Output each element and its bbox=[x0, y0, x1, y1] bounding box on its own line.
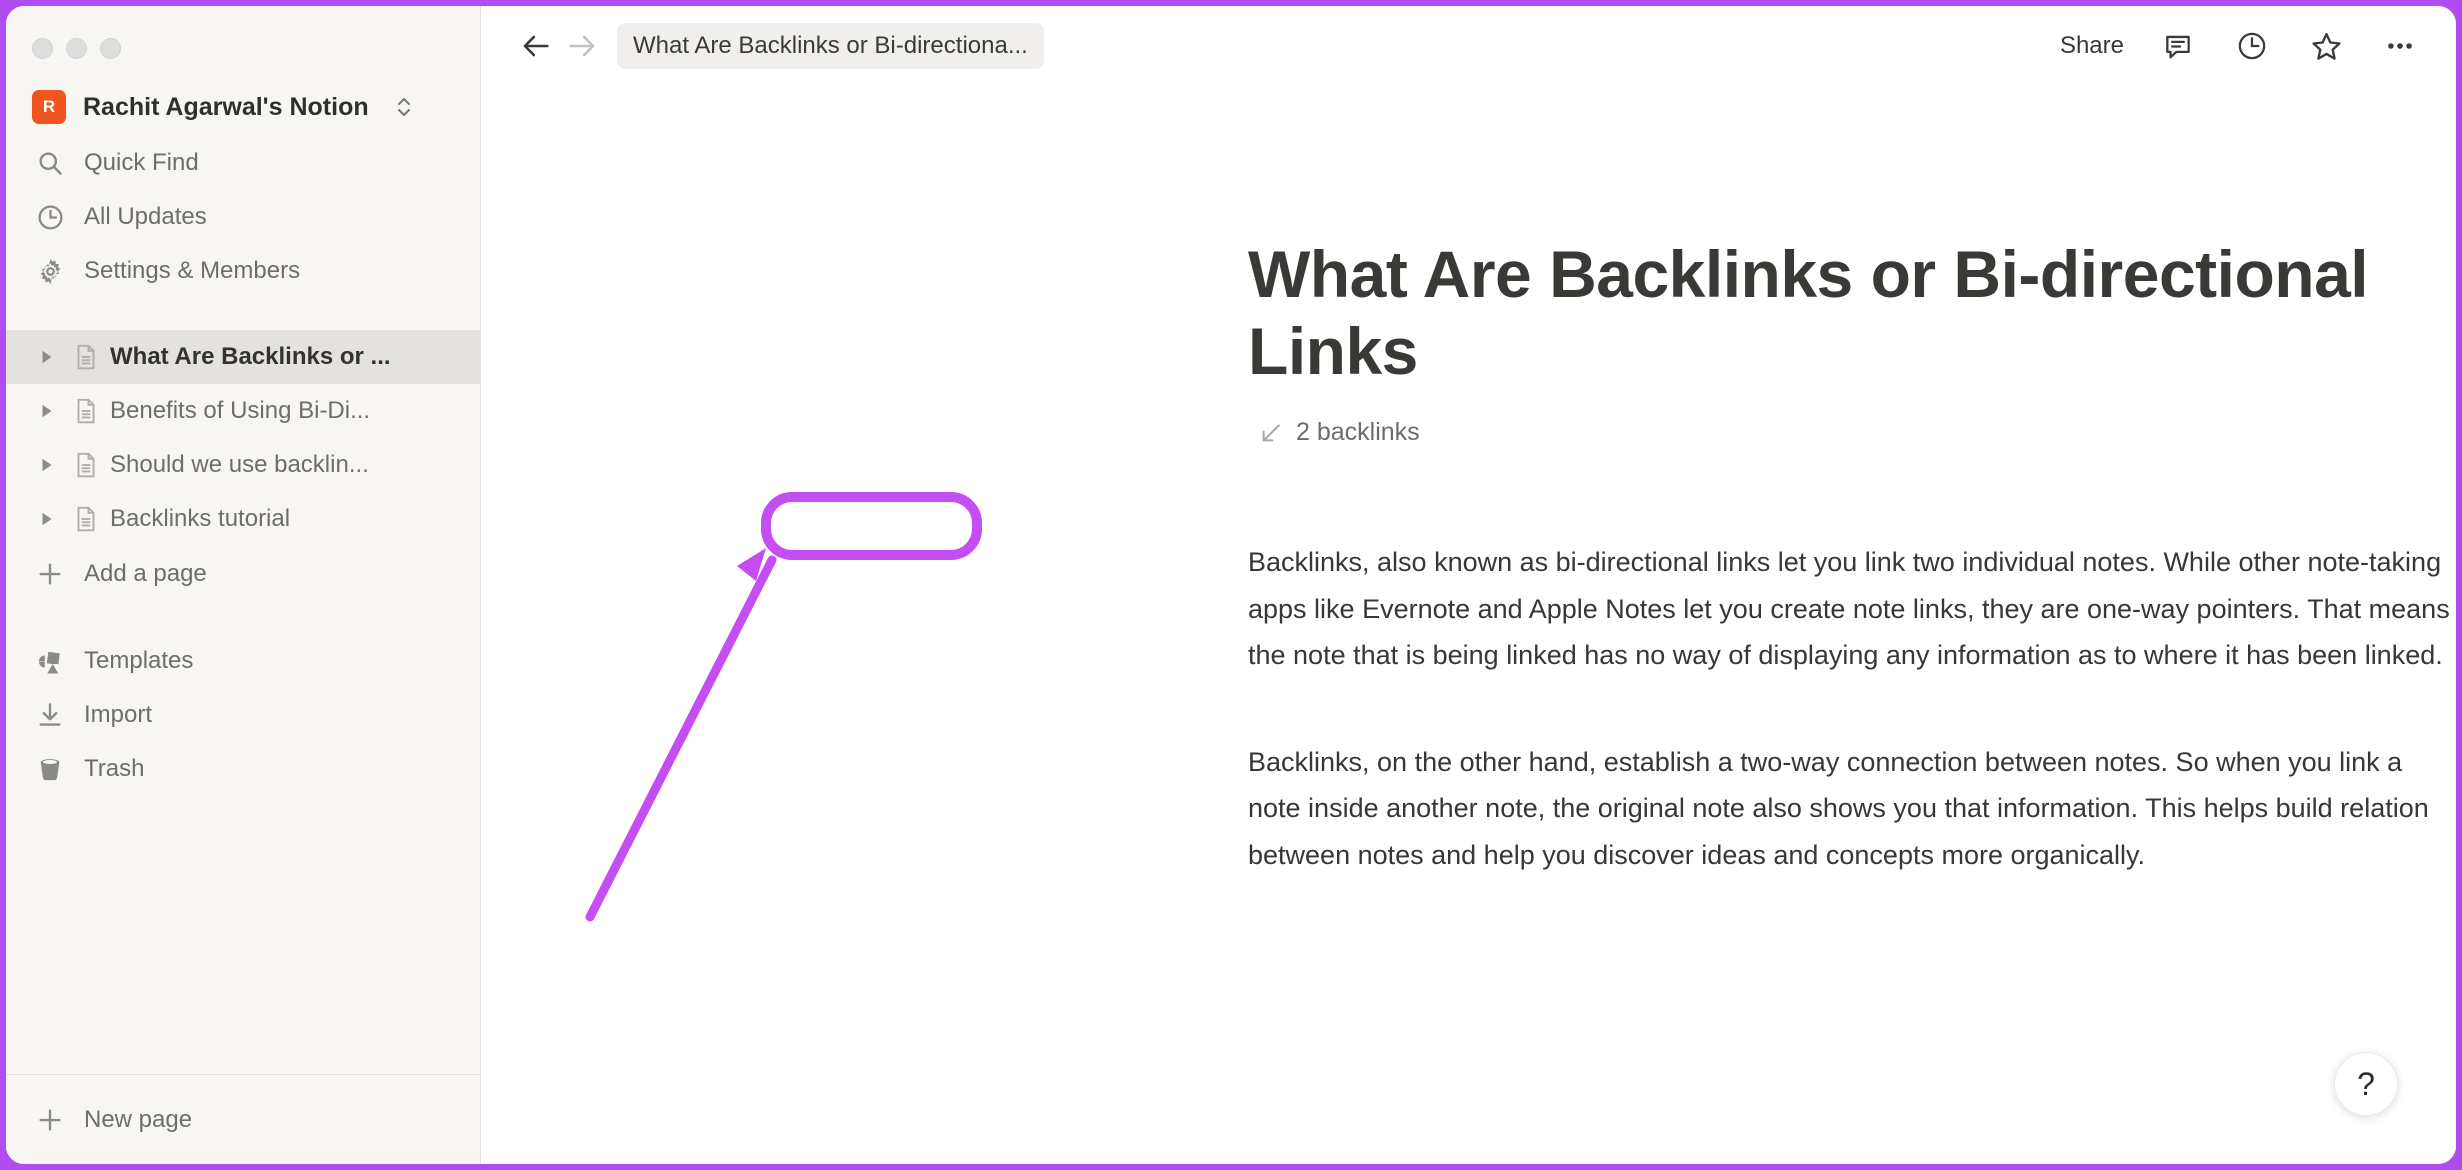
arrow-right-icon[interactable] bbox=[559, 23, 605, 69]
sidebar-item-settings-members[interactable]: Settings & Members bbox=[6, 244, 480, 298]
backlinks-badge[interactable]: 2 backlinks bbox=[1248, 412, 1434, 453]
sidebar-page-should-we-use-backlinks[interactable]: Should we use backlin... bbox=[6, 438, 480, 492]
new-page-button[interactable]: New page bbox=[6, 1074, 480, 1164]
minimize-button[interactable] bbox=[66, 38, 87, 59]
sidebar-item-label: Templates bbox=[84, 647, 194, 674]
backlinks-count-label: 2 backlinks bbox=[1296, 418, 1420, 447]
window-traffic-lights bbox=[6, 6, 480, 78]
sidebar-item-label: Import bbox=[84, 701, 153, 728]
sidebar-item-label: Quick Find bbox=[84, 149, 199, 176]
sidebar-page-label: Benefits of Using Bi-Di... bbox=[110, 397, 371, 424]
help-button[interactable]: ? bbox=[2334, 1052, 2398, 1116]
breadcrumb[interactable]: What Are Backlinks or Bi-directiona... bbox=[617, 23, 1044, 69]
add-a-page-label: Add a page bbox=[84, 560, 207, 587]
sidebar-page-label: Should we use backlin... bbox=[110, 451, 369, 478]
workspace-name: Rachit Agarwal's Notion bbox=[83, 92, 369, 121]
arrow-down-left-icon bbox=[1258, 420, 1284, 446]
triangle-right-icon[interactable] bbox=[38, 348, 66, 366]
workspace-avatar: R bbox=[32, 90, 66, 124]
more-dots-icon[interactable] bbox=[2380, 26, 2420, 66]
workspace-switcher[interactable]: R Rachit Agarwal's Notion bbox=[6, 78, 480, 136]
new-page-label: New page bbox=[84, 1105, 193, 1133]
sidebar-item-import[interactable]: Import bbox=[6, 688, 480, 742]
close-button[interactable] bbox=[32, 38, 53, 59]
paragraph-1: Backlinks, also known as bi-directional … bbox=[1248, 547, 2450, 671]
trash-icon bbox=[34, 753, 66, 785]
triangle-right-icon[interactable] bbox=[38, 456, 66, 474]
page-title: What Are Backlinks or Bi-directional Lin… bbox=[1248, 237, 2369, 389]
sidebar-item-all-updates[interactable]: All Updates bbox=[6, 190, 480, 244]
sidebar-item-label: Settings & Members bbox=[84, 257, 301, 284]
plus-icon bbox=[34, 558, 66, 590]
triangle-right-icon[interactable] bbox=[38, 510, 66, 528]
arrow-left-icon[interactable] bbox=[513, 23, 559, 69]
zoom-button[interactable] bbox=[100, 38, 121, 59]
paragraph-2: Backlinks, on the other hand, establish … bbox=[1248, 746, 2429, 870]
topbar-actions: Share bbox=[2060, 26, 2420, 66]
sidebar-item-trash[interactable]: Trash bbox=[6, 742, 480, 796]
sidebar-item-label: All Updates bbox=[84, 203, 207, 230]
sidebar: R Rachit Agarwal's Notion Quick Find All… bbox=[6, 6, 481, 1164]
add-a-page-button[interactable]: Add a page bbox=[6, 546, 480, 602]
page-icon bbox=[66, 504, 106, 534]
chevron-up-down-icon bbox=[394, 94, 414, 120]
sidebar-page-benefits-of-using[interactable]: Benefits of Using Bi-Di... bbox=[6, 384, 480, 438]
page-icon bbox=[66, 450, 106, 480]
history-clock-icon[interactable] bbox=[2232, 26, 2272, 66]
star-icon[interactable] bbox=[2306, 26, 2346, 66]
import-icon bbox=[34, 699, 66, 731]
sidebar-item-label: Trash bbox=[84, 755, 145, 782]
notion-app-window: R Rachit Agarwal's Notion Quick Find All… bbox=[6, 6, 2456, 1164]
annotation-frame: R Rachit Agarwal's Notion Quick Find All… bbox=[0, 0, 2462, 1170]
document-body: What Are Backlinks or Bi-directional Lin… bbox=[481, 86, 2456, 1164]
topbar: What Are Backlinks or Bi-directiona... S… bbox=[481, 6, 2456, 86]
search-icon bbox=[34, 147, 66, 179]
templates-icon bbox=[34, 645, 66, 677]
clock-icon bbox=[34, 201, 66, 233]
page-icon bbox=[66, 342, 106, 372]
sidebar-item-quick-find[interactable]: Quick Find bbox=[6, 136, 480, 190]
sidebar-page-label: What Are Backlinks or ... bbox=[110, 343, 391, 370]
share-button[interactable]: Share bbox=[2060, 32, 2124, 60]
plus-icon bbox=[34, 1104, 66, 1136]
gear-icon bbox=[34, 255, 66, 287]
sidebar-page-backlinks-tutorial[interactable]: Backlinks tutorial bbox=[6, 492, 480, 546]
sidebar-page-what-are-backlinks[interactable]: What Are Backlinks or ... bbox=[6, 330, 480, 384]
triangle-right-icon[interactable] bbox=[38, 402, 66, 420]
main-content-area: What Are Backlinks or Bi-directiona... S… bbox=[481, 6, 2456, 1164]
sidebar-page-label: Backlinks tutorial bbox=[110, 505, 291, 532]
comment-icon[interactable] bbox=[2158, 26, 2198, 66]
page-icon bbox=[66, 396, 106, 426]
sidebar-item-templates[interactable]: Templates bbox=[6, 634, 480, 688]
